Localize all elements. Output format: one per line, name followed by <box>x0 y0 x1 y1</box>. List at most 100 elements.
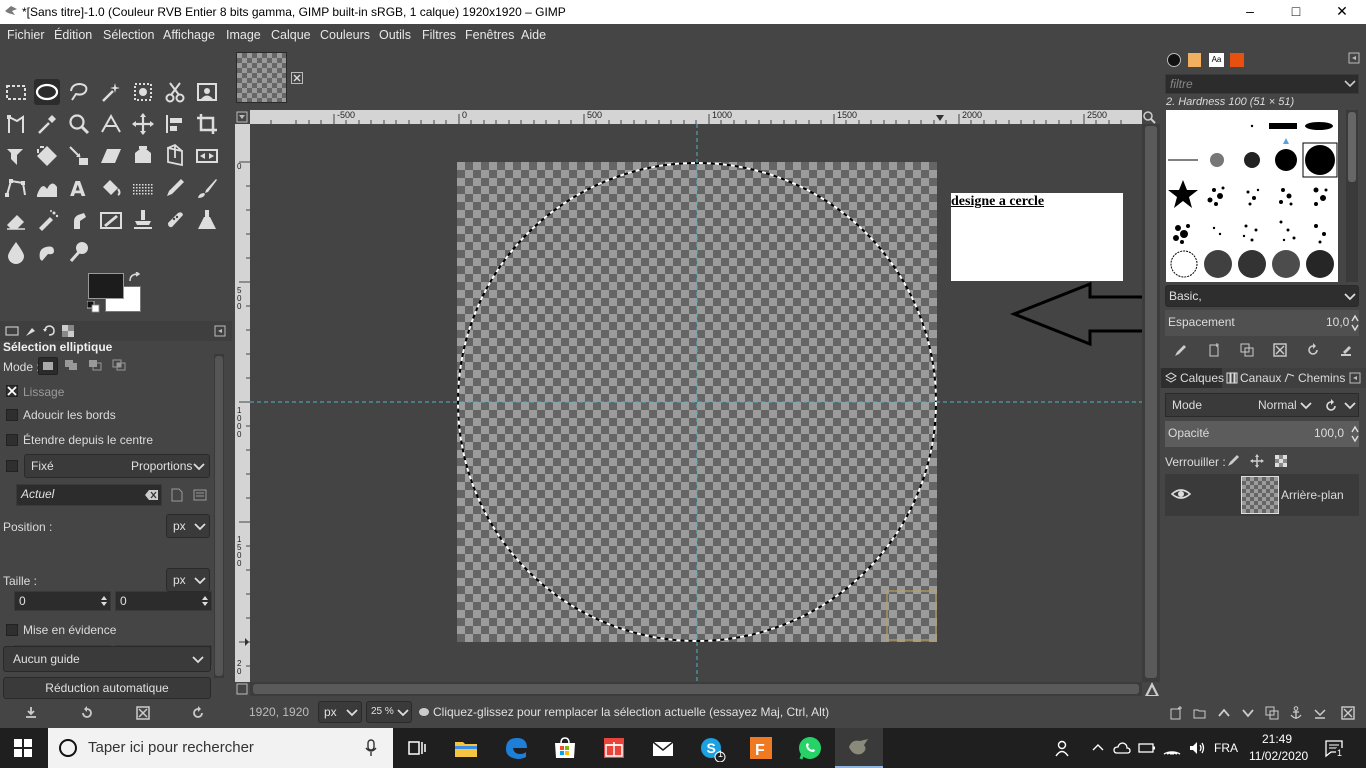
whatsapp-icon[interactable] <box>796 734 824 762</box>
zoom-toggle[interactable] <box>1142 110 1160 124</box>
edge-browser-icon[interactable] <box>502 734 530 762</box>
preset-input[interactable]: Actuel <box>16 484 162 506</box>
raise-layer-icon[interactable] <box>1217 706 1231 720</box>
duplicate-brush-icon[interactable] <box>1240 343 1254 357</box>
position-unit-dropdown[interactable]: px <box>166 514 210 538</box>
save-preset-icon[interactable] <box>171 488 183 502</box>
brush-filter-input[interactable]: filtre <box>1165 74 1359 94</box>
feather-checkbox[interactable] <box>6 409 18 421</box>
fuzzy-select-icon[interactable] <box>98 79 124 105</box>
panel-menu-icon[interactable] <box>214 325 226 337</box>
vertical-scrollbar[interactable] <box>1142 124 1160 682</box>
clock-date[interactable]: 11/02/2020 <box>1249 749 1308 763</box>
menu-aide[interactable]: Aide <box>521 28 546 42</box>
clone-icon[interactable] <box>130 207 156 233</box>
visibility-eye-icon[interactable] <box>1171 486 1191 502</box>
pencil-icon[interactable] <box>162 175 188 201</box>
perspective-clone-icon[interactable] <box>194 207 220 233</box>
horizontal-ruler[interactable]: -500 0 500 1000 1500 2000 2500 <box>250 110 1142 124</box>
layer-mode-row[interactable]: Mode Normal <box>1165 393 1359 417</box>
fonts-tab-icon[interactable]: Aa <box>1209 53 1224 67</box>
battery-icon[interactable] <box>1138 739 1156 757</box>
tab-canaux[interactable]: Canaux <box>1224 368 1282 388</box>
zoom-dropdown[interactable]: 25 % <box>366 701 412 723</box>
people-icon[interactable] <box>1055 739 1073 757</box>
panel-menu-icon[interactable] <box>1348 52 1360 64</box>
image-thumbnail[interactable] <box>236 52 287 103</box>
options-scrollbar[interactable] <box>214 354 224 678</box>
anchor-layer-icon[interactable] <box>1289 706 1303 720</box>
ruler-corner[interactable] <box>235 110 250 124</box>
new-brush-icon[interactable] <box>1207 343 1221 357</box>
position-y-input[interactable]: 0 <box>115 591 212 611</box>
select-by-color-icon[interactable] <box>130 79 156 105</box>
brushes-tab-icon[interactable] <box>1167 53 1181 67</box>
images-tab-icon[interactable] <box>61 324 75 338</box>
ink-icon[interactable] <box>66 207 92 233</box>
clock-time[interactable]: 21:49 <box>1262 732 1292 746</box>
opacity-slider[interactable]: Opacité 100,0 <box>1165 421 1359 447</box>
preset-menu-icon[interactable] <box>193 488 207 502</box>
text-icon[interactable]: A <box>66 175 92 201</box>
new-layer-group-icon[interactable] <box>1193 706 1207 720</box>
store-icon[interactable] <box>551 734 579 762</box>
gradient-icon[interactable] <box>130 175 156 201</box>
fixed-mode-dropdown[interactable]: Fixé Proportions <box>24 454 210 478</box>
merge-down-icon[interactable] <box>1313 706 1327 720</box>
fixed-checkbox[interactable] <box>6 460 18 472</box>
lock-pixels-icon[interactable] <box>1226 454 1240 468</box>
menu-filtres[interactable]: Filtres <box>422 28 456 42</box>
tab-chemins[interactable]: Chemins <box>1282 368 1345 388</box>
lock-alpha-icon[interactable] <box>1274 454 1288 468</box>
horizontal-scroll-thumb[interactable] <box>253 684 1139 694</box>
guide-dropdown[interactable]: Aucun guide <box>3 646 211 672</box>
menu-fichier[interactable]: Fichier <box>7 28 45 42</box>
zoom-icon[interactable] <box>66 111 92 137</box>
edit-brush-icon[interactable] <box>1174 343 1188 357</box>
brush-grid-scrollbar[interactable] <box>1346 110 1358 282</box>
shear-icon[interactable] <box>98 143 124 169</box>
lower-layer-icon[interactable] <box>1241 706 1255 720</box>
lock-position-icon[interactable] <box>1250 454 1264 468</box>
reset-options-icon[interactable] <box>190 706 206 720</box>
bucket-fill-icon[interactable] <box>98 175 124 201</box>
brush-spacing-slider[interactable]: Espacement 10,0 <box>1165 310 1359 336</box>
file-explorer-icon[interactable] <box>452 734 480 762</box>
wifi-icon[interactable] <box>1163 739 1181 757</box>
expand-center-checkbox[interactable] <box>6 434 18 446</box>
maximize-button[interactable]: □ <box>1273 0 1319 24</box>
minimize-button[interactable]: – <box>1227 0 1273 24</box>
refresh-brushes-icon[interactable] <box>1306 343 1320 357</box>
menu-affichage[interactable]: Affichage <box>163 28 215 42</box>
menu-couleurs[interactable]: Couleurs <box>320 28 370 42</box>
mode-intersect-button[interactable] <box>110 357 130 375</box>
mode-add-button[interactable] <box>62 357 82 375</box>
quick-mask-icon[interactable] <box>236 683 248 695</box>
canvas-viewport[interactable]: designe a cercle <box>250 124 1170 682</box>
new-layer-icon[interactable] <box>1169 706 1183 720</box>
taskbar-search-box[interactable]: Taper ici pour rechercher <box>48 728 393 768</box>
menu-edition[interactable]: Édition <box>54 28 92 42</box>
tab-calques[interactable]: Calques <box>1161 368 1224 388</box>
paths-icon[interactable] <box>3 175 29 201</box>
horizontal-scrollbar[interactable] <box>250 682 1142 696</box>
smudge-icon[interactable] <box>34 239 60 265</box>
delete-brush-icon[interactable] <box>1273 343 1287 357</box>
fusion-app-icon[interactable]: F <box>747 734 775 762</box>
rotate-icon[interactable] <box>34 143 60 169</box>
gimp-taskbar-button[interactable] <box>835 728 883 768</box>
align-icon[interactable] <box>162 111 188 137</box>
spin-arrows-icon[interactable] <box>1351 314 1359 332</box>
device-status-tab-icon[interactable] <box>24 324 38 338</box>
navigate-icon[interactable] <box>1144 681 1160 697</box>
perspective-icon[interactable] <box>162 143 188 169</box>
menu-image[interactable]: Image <box>226 28 261 42</box>
patterns-tab-icon[interactable] <box>1188 53 1201 67</box>
gift-app-icon[interactable] <box>600 734 628 762</box>
foreground-select-icon[interactable] <box>194 79 220 105</box>
eraser-icon[interactable] <box>3 207 29 233</box>
menu-calque[interactable]: Calque <box>271 28 311 42</box>
spin-arrows-icon[interactable] <box>201 594 209 608</box>
delete-layer-icon[interactable] <box>1341 706 1355 720</box>
move-icon[interactable] <box>130 111 156 137</box>
